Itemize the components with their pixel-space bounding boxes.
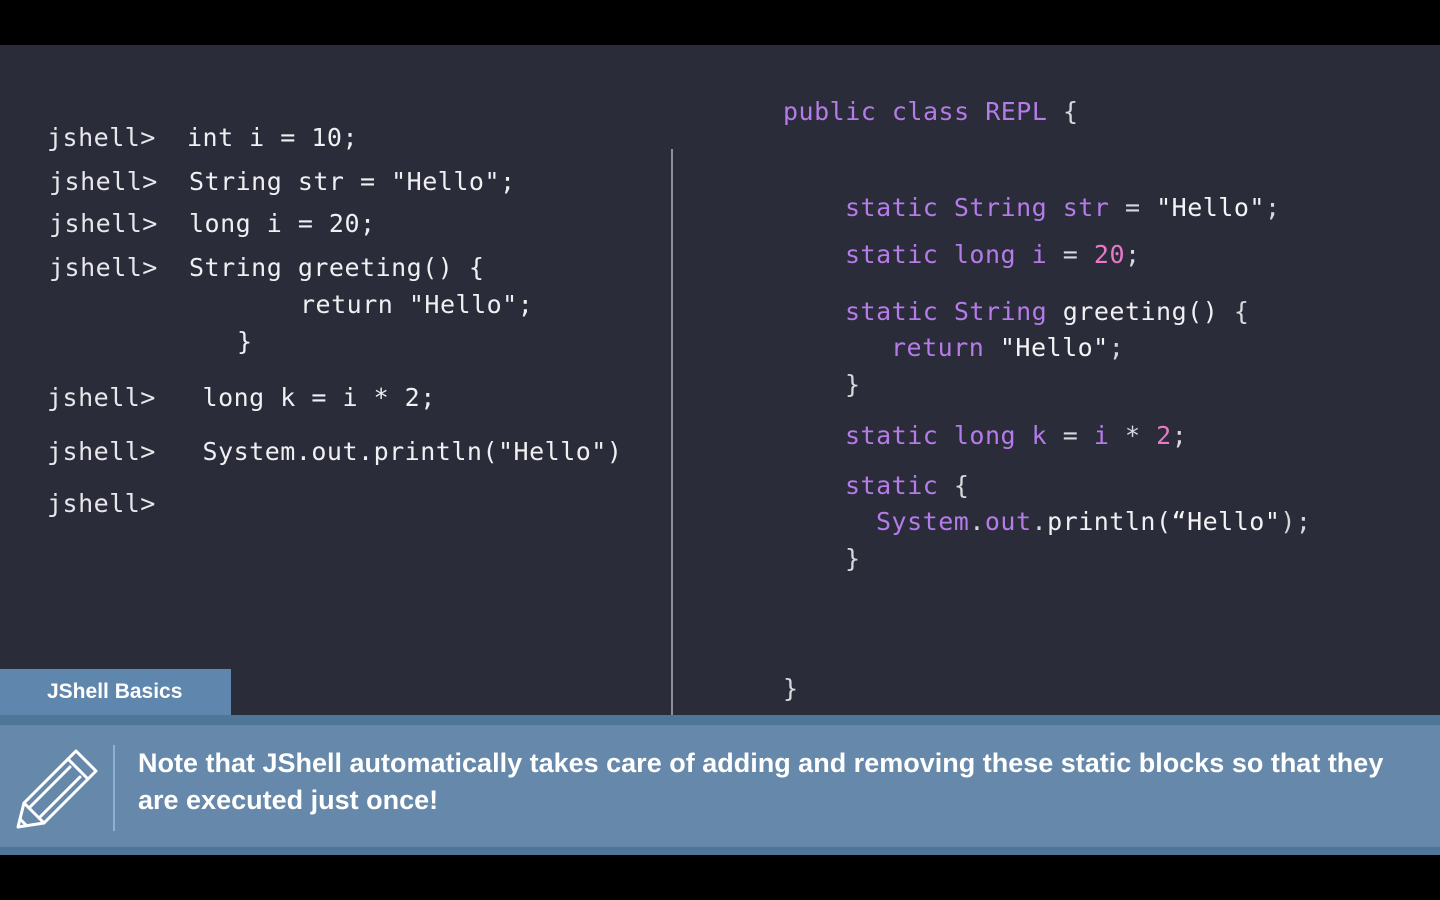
string-literal: "Hello" <box>999 333 1109 362</box>
brace: } <box>783 674 799 703</box>
jshell-prompt: jshell> <box>49 253 158 282</box>
jshell-prompt: jshell> <box>47 383 156 412</box>
long-decl-line: static long i = 20; <box>845 240 1141 270</box>
keyword: public <box>783 97 877 126</box>
paren: ); <box>1280 507 1312 536</box>
greeting-decl-line: static String greeting() { <box>845 297 1249 327</box>
number-literal: 20 <box>1093 240 1126 269</box>
semicolon: ; <box>1108 333 1125 362</box>
note-bottom-strip <box>0 847 1440 855</box>
slide: jshell> int i = 10; jshell> String str =… <box>0 45 1440 855</box>
class-close-line: } <box>783 674 799 704</box>
semicolon: ; <box>1125 240 1141 269</box>
dot: . <box>1031 507 1048 536</box>
keyword: static <box>845 240 939 269</box>
jshell-prompt: jshell> <box>49 167 158 196</box>
number-literal: 2 <box>1156 421 1172 450</box>
pencil-icon <box>16 749 98 829</box>
jshell-line-6: } <box>237 327 253 357</box>
type: String <box>953 193 1048 222</box>
jshell-prompt: jshell> <box>47 437 156 466</box>
jshell-line-1: jshell> int i = 10; <box>47 123 358 153</box>
code-text: long i = 20; <box>188 209 376 238</box>
semicolon: ; <box>1264 193 1281 222</box>
field-ref: out <box>984 507 1032 536</box>
code-text: int i = 10; <box>186 123 359 152</box>
note-top-strip <box>0 715 1440 725</box>
code-text: return "Hello"; <box>300 290 534 319</box>
identifier: i <box>1031 240 1048 269</box>
method-name: greeting() <box>1062 297 1219 326</box>
jshell-line-5: return "Hello"; <box>300 290 533 320</box>
string-literal: “Hello" <box>1171 507 1281 536</box>
identifier: str <box>1062 193 1110 222</box>
class-ref: System <box>876 507 970 536</box>
semicolon: ; <box>1171 421 1188 450</box>
jshell-line-8: jshell> System.out.println("Hello") <box>47 437 622 467</box>
dot: . <box>969 507 985 536</box>
greeting-return-line: return "Hello"; <box>891 333 1124 363</box>
brace: { <box>1062 97 1079 126</box>
brace: } <box>845 370 861 399</box>
brace: } <box>845 544 861 573</box>
note-separator <box>113 745 115 831</box>
operator: = <box>1062 240 1079 269</box>
section-tab: JShell Basics <box>0 669 231 715</box>
static-close-line: } <box>845 544 861 574</box>
jshell-line-7: jshell> long k = i * 2; <box>47 383 436 413</box>
jshell-line-2: jshell> String str = "Hello"; <box>49 167 516 197</box>
k-decl-line: static long k = i * 2; <box>845 421 1187 451</box>
keyword: class <box>891 97 970 126</box>
keyword: static <box>845 193 939 222</box>
identifier: i <box>1093 421 1110 450</box>
type: long <box>953 421 1017 450</box>
operator: = <box>1124 193 1141 222</box>
class-name: REPL <box>985 97 1048 126</box>
jshell-prompt: jshell> <box>47 123 156 152</box>
jshell-prompt: jshell> <box>49 209 158 238</box>
method-call: println( <box>1047 507 1172 536</box>
keyword: static <box>845 421 939 450</box>
string-literal: "Hello" <box>1156 193 1265 222</box>
note-bar: Note that JShell automatically takes car… <box>0 715 1440 855</box>
code-text: String greeting() { <box>188 253 485 282</box>
type: long <box>953 240 1017 269</box>
keyword: return <box>891 333 985 362</box>
greeting-close-line: } <box>845 370 861 400</box>
type: String <box>953 297 1048 326</box>
jshell-prompt: jshell> <box>47 489 156 518</box>
class-open-line: public class REPL { <box>783 97 1079 127</box>
jshell-line-3: jshell> long i = 20; <box>49 209 376 239</box>
operator: = <box>1062 421 1079 450</box>
brace: { <box>953 471 970 500</box>
code-text: long k = i * 2; <box>202 383 436 412</box>
code-text: System.out.println("Hello") <box>202 437 623 466</box>
code-text: } <box>237 327 253 356</box>
keyword: static <box>845 297 939 326</box>
note-text: Note that JShell automatically takes car… <box>138 748 1384 815</box>
jshell-line-9: jshell> <box>47 489 156 519</box>
jshell-line-4: jshell> String greeting() { <box>49 253 484 283</box>
brace: { <box>1233 297 1250 326</box>
code-text: String str = "Hello"; <box>188 167 516 196</box>
operator: * <box>1125 421 1141 450</box>
println-line: System.out.println(“Hello"); <box>876 507 1311 537</box>
str-decl-line: static String str = "Hello"; <box>845 193 1281 223</box>
keyword: static <box>845 471 939 500</box>
static-block-line: static { <box>845 471 969 501</box>
identifier: k <box>1031 421 1048 450</box>
panel-divider <box>671 149 673 715</box>
